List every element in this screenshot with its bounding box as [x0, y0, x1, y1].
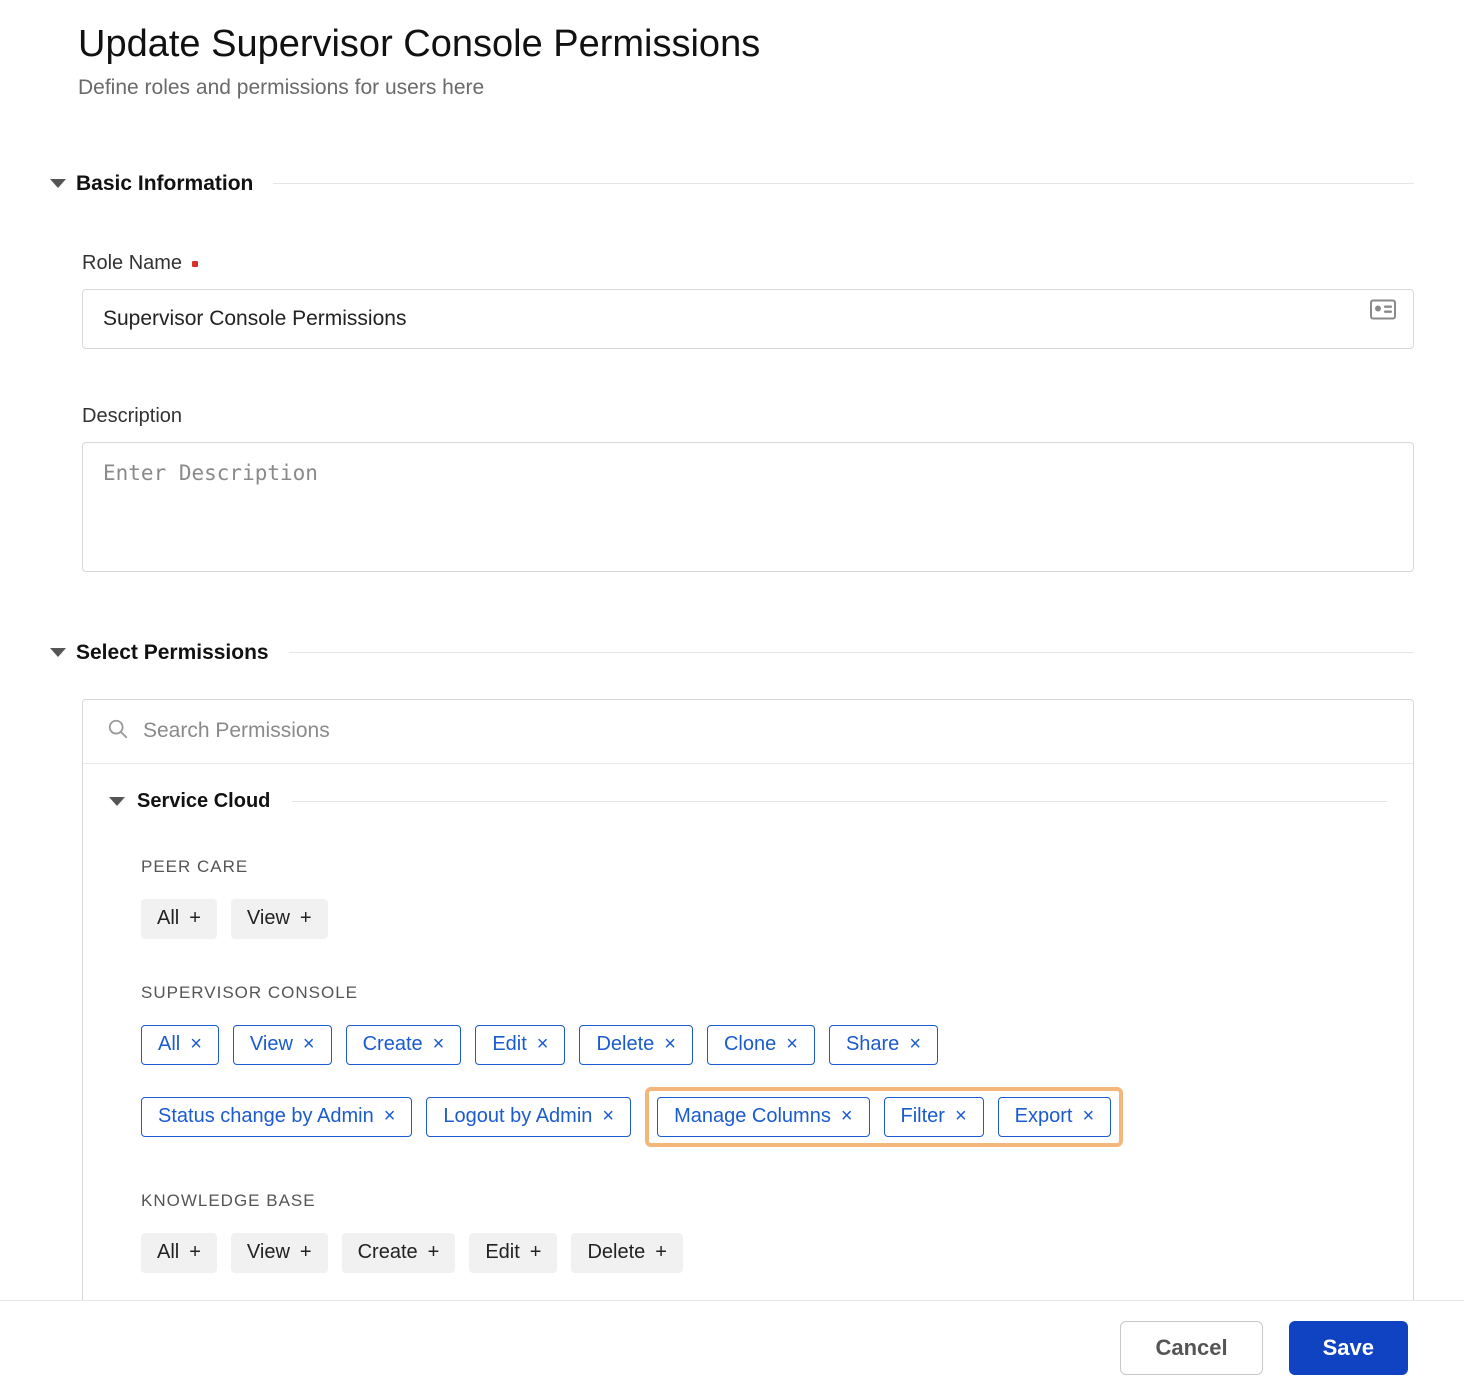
page-subtitle: Define roles and permissions for users h… — [78, 76, 1414, 100]
chip-label: Edit — [485, 1241, 519, 1264]
plus-icon: + — [300, 1241, 312, 1264]
cancel-button[interactable]: Cancel — [1120, 1321, 1262, 1375]
save-button[interactable]: Save — [1289, 1321, 1408, 1375]
knowledge-base-chip-row: All + View + Create + Edit + Delete + — [141, 1233, 1387, 1273]
chip-label: Share — [846, 1033, 899, 1056]
divider — [292, 801, 1387, 802]
chip-sc-all[interactable]: All × — [141, 1025, 219, 1065]
close-icon[interactable]: × — [841, 1105, 853, 1128]
chip-label: Manage Columns — [674, 1105, 831, 1128]
plus-icon: + — [655, 1241, 667, 1264]
chevron-down-icon[interactable] — [50, 648, 66, 657]
chip-sc-delete[interactable]: Delete × — [579, 1025, 693, 1065]
close-icon[interactable]: × — [909, 1033, 921, 1056]
chip-label: Logout by Admin — [443, 1105, 592, 1128]
divider — [289, 652, 1414, 653]
chip-label: All — [157, 907, 179, 930]
close-icon[interactable]: × — [602, 1105, 614, 1128]
required-indicator-icon — [192, 261, 198, 267]
chip-sc-logout-admin[interactable]: Logout by Admin × — [426, 1097, 631, 1137]
close-icon[interactable]: × — [384, 1105, 396, 1128]
group-knowledge-base-title: KNOWLEDGE BASE — [141, 1191, 1387, 1211]
divider — [273, 183, 1414, 184]
close-icon[interactable]: × — [190, 1033, 202, 1056]
footer-bar: Cancel Save — [0, 1300, 1464, 1394]
chip-label: Create — [363, 1033, 423, 1056]
role-name-label-text: Role Name — [82, 252, 182, 274]
role-name-label: Role Name — [82, 252, 1414, 275]
chip-kb-edit[interactable]: Edit + — [469, 1233, 557, 1273]
chip-label: Edit — [492, 1033, 526, 1056]
close-icon[interactable]: × — [1082, 1105, 1094, 1128]
plus-icon: + — [530, 1241, 542, 1264]
chip-label: Delete — [587, 1241, 645, 1264]
chip-label: View — [250, 1033, 293, 1056]
page-title: Update Supervisor Console Permissions — [78, 22, 1414, 68]
close-icon[interactable]: × — [433, 1033, 445, 1056]
chip-label: Status change by Admin — [158, 1105, 374, 1128]
role-name-input[interactable] — [82, 289, 1414, 349]
chip-label: Clone — [724, 1033, 776, 1056]
close-icon[interactable]: × — [955, 1105, 967, 1128]
close-icon[interactable]: × — [664, 1033, 676, 1056]
chip-label: View — [247, 1241, 290, 1264]
description-label: Description — [82, 405, 1414, 428]
chip-kb-delete[interactable]: Delete + — [571, 1233, 683, 1273]
chip-label: Filter — [901, 1105, 945, 1128]
permissions-panel: Service Cloud PEER CARE All + View + — [82, 699, 1414, 1378]
chip-label: All — [157, 1241, 179, 1264]
section-select-permissions-title: Select Permissions — [76, 641, 269, 665]
chip-sc-create[interactable]: Create × — [346, 1025, 462, 1065]
supervisor-console-row1: All× View× Create× Edit× Delete× Clone× … — [141, 1025, 1387, 1065]
section-basic-info-title: Basic Information — [76, 172, 253, 196]
chip-kb-create[interactable]: Create + — [342, 1233, 456, 1273]
search-icon — [107, 718, 129, 745]
chip-label: All — [158, 1033, 180, 1056]
plus-icon: + — [189, 1241, 201, 1264]
chip-sc-export[interactable]: Export × — [998, 1097, 1112, 1137]
chip-label: Export — [1015, 1105, 1073, 1128]
highlighted-permissions-box: Manage Columns × Filter × Export × — [645, 1087, 1123, 1147]
chevron-down-icon[interactable] — [50, 179, 66, 188]
chip-sc-edit[interactable]: Edit × — [475, 1025, 565, 1065]
chip-peer-care-all[interactable]: All + — [141, 899, 217, 939]
close-icon[interactable]: × — [303, 1033, 315, 1056]
chip-peer-care-view[interactable]: View + — [231, 899, 328, 939]
close-icon[interactable]: × — [786, 1033, 798, 1056]
service-cloud-title: Service Cloud — [137, 790, 270, 813]
id-card-icon — [1370, 299, 1396, 324]
chip-sc-filter[interactable]: Filter × — [884, 1097, 984, 1137]
plus-icon: + — [428, 1241, 440, 1264]
group-peer-care-title: PEER CARE — [141, 857, 1387, 877]
chip-sc-view[interactable]: View × — [233, 1025, 332, 1065]
peer-care-chip-row: All + View + — [141, 899, 1387, 939]
close-icon[interactable]: × — [537, 1033, 549, 1056]
chip-label: Delete — [596, 1033, 654, 1056]
plus-icon: + — [189, 907, 201, 930]
chevron-down-icon[interactable] — [109, 797, 125, 806]
chip-kb-all[interactable]: All + — [141, 1233, 217, 1273]
chip-label: View — [247, 907, 290, 930]
description-textarea[interactable] — [82, 442, 1414, 572]
supervisor-console-row2: Status change by Admin × Logout by Admin ×… — [141, 1087, 1387, 1147]
chip-sc-clone[interactable]: Clone × — [707, 1025, 815, 1065]
plus-icon: + — [300, 907, 312, 930]
chip-sc-share[interactable]: Share × — [829, 1025, 938, 1065]
search-permissions-input[interactable] — [143, 719, 1389, 743]
chip-label: Create — [358, 1241, 418, 1264]
chip-sc-status-change-admin[interactable]: Status change by Admin × — [141, 1097, 412, 1137]
chip-kb-view[interactable]: View + — [231, 1233, 328, 1273]
chip-sc-manage-columns[interactable]: Manage Columns × — [657, 1097, 869, 1137]
group-supervisor-console-title: SUPERVISOR CONSOLE — [141, 983, 1387, 1003]
